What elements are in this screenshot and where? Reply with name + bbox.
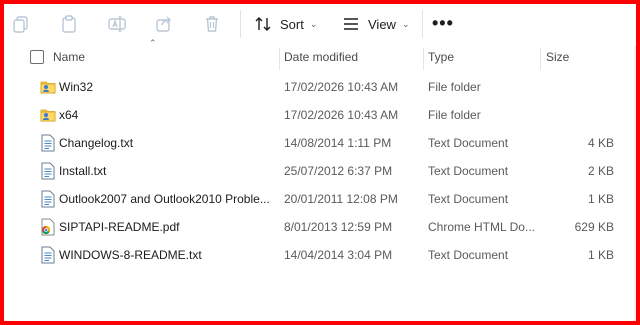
text-file-icon xyxy=(40,134,56,152)
view-button[interactable]: View ⌄ xyxy=(342,12,410,36)
file-date: 25/07/2012 6:37 PM xyxy=(284,164,393,178)
file-name: Outlook2007 and Outlook2010 Proble... xyxy=(59,192,269,206)
chevron-down-icon: ⌄ xyxy=(401,18,410,29)
file-name: Win32 xyxy=(59,80,94,94)
folder-user-icon xyxy=(40,78,56,96)
column-divider[interactable] xyxy=(423,48,424,70)
file-date: 14/08/2014 1:11 PM xyxy=(284,136,392,150)
column-divider[interactable] xyxy=(279,48,280,70)
file-type: Text Document xyxy=(428,248,509,262)
file-row[interactable]: Win32 17/02/2026 10:43 AM File folder xyxy=(4,73,636,101)
column-header: ⌃ Name Date modified Type Size xyxy=(4,38,636,70)
file-size: 2 KB xyxy=(587,164,614,178)
file-date: 14/04/2014 3:04 PM xyxy=(284,248,393,262)
file-date: 17/02/2026 10:43 AM xyxy=(284,80,399,94)
text-file-icon xyxy=(40,246,56,264)
toolbar-separator xyxy=(240,10,241,38)
paste-icon[interactable] xyxy=(58,13,80,35)
header-date-modified[interactable]: Date modified xyxy=(284,44,358,70)
file-row[interactable]: SIPTAPI-README.pdf 8/01/2013 12:59 PM Ch… xyxy=(4,213,636,241)
delete-icon[interactable] xyxy=(201,13,223,35)
file-name: Install.txt xyxy=(59,164,107,178)
view-label: View xyxy=(368,16,396,32)
sort-button[interactable]: Sort ⌄ xyxy=(254,12,317,36)
file-row[interactable]: Changelog.txt 14/08/2014 1:11 PM Text Do… xyxy=(4,129,636,157)
chevron-down-icon: ⌄ xyxy=(309,18,318,29)
file-size: 1 KB xyxy=(587,192,614,206)
command-bar: Sort ⌄ View ⌄ ••• xyxy=(4,4,636,44)
header-size[interactable]: Size xyxy=(546,44,569,70)
share-icon[interactable] xyxy=(153,13,175,35)
text-file-icon xyxy=(40,162,56,180)
text-file-icon xyxy=(40,190,56,208)
file-type: Text Document xyxy=(428,192,509,206)
file-date: 17/02/2026 10:43 AM xyxy=(284,108,399,122)
explorer-window: Sort ⌄ View ⌄ ••• ⌃ Name Date modified T… xyxy=(0,0,640,325)
file-name: WINDOWS-8-README.txt xyxy=(59,248,202,262)
file-type: Chrome HTML Do... xyxy=(428,220,535,234)
view-icon xyxy=(344,18,358,30)
sort-icon xyxy=(255,17,271,31)
folder-user-icon xyxy=(40,106,56,124)
file-size: 1 KB xyxy=(587,248,614,262)
file-type: Text Document xyxy=(428,164,509,178)
file-row[interactable]: WINDOWS-8-README.txt 14/04/2014 3:04 PM … xyxy=(4,241,636,269)
file-type: Text Document xyxy=(428,136,509,150)
file-size: 4 KB xyxy=(587,136,614,150)
file-row[interactable]: Outlook2007 and Outlook2010 Proble... 20… xyxy=(4,185,636,213)
copy-icon[interactable] xyxy=(10,13,32,35)
file-row[interactable]: x64 17/02/2026 10:43 AM File folder xyxy=(4,101,636,129)
header-name[interactable]: Name xyxy=(53,44,85,70)
more-options-button[interactable]: ••• xyxy=(432,14,454,32)
rename-icon[interactable] xyxy=(106,13,128,35)
select-all-checkbox[interactable] xyxy=(30,50,44,64)
file-name: SIPTAPI-README.pdf xyxy=(59,220,180,234)
file-name: Changelog.txt xyxy=(59,136,134,150)
column-divider[interactable] xyxy=(540,48,541,70)
vertical-scrollbar[interactable] xyxy=(634,46,636,321)
chrome-pdf-icon xyxy=(40,218,56,236)
sort-label: Sort xyxy=(280,16,304,32)
file-type: File folder xyxy=(428,80,481,94)
sort-ascending-icon: ⌃ xyxy=(149,38,157,48)
file-size: 629 KB xyxy=(574,220,614,234)
file-name: x64 xyxy=(59,108,79,122)
file-type: File folder xyxy=(428,108,481,122)
toolbar-separator xyxy=(422,10,423,38)
header-type[interactable]: Type xyxy=(428,44,454,70)
file-date: 20/01/2011 12:08 PM xyxy=(284,192,398,206)
file-row[interactable]: Install.txt 25/07/2012 6:37 PM Text Docu… xyxy=(4,157,636,185)
file-date: 8/01/2013 12:59 PM xyxy=(284,220,393,234)
